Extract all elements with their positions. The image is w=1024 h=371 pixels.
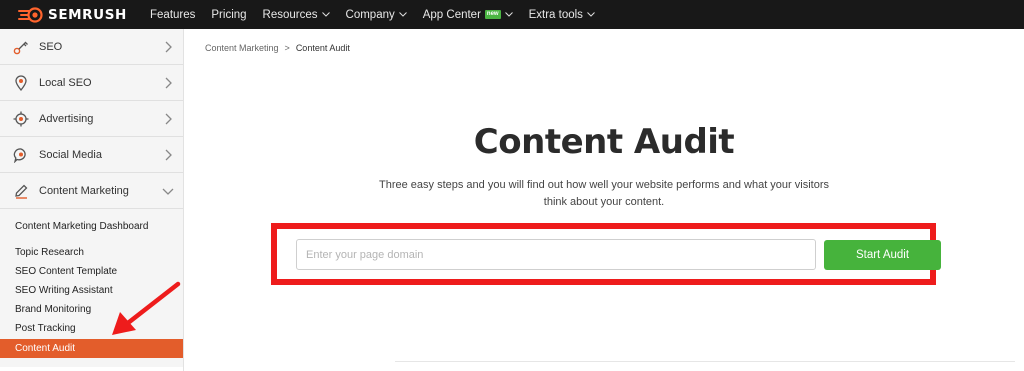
sidebar-item-topic-research[interactable]: Topic Research (15, 247, 84, 258)
chevron-down-icon (162, 188, 174, 195)
divider (395, 361, 1015, 362)
nav-company[interactable]: Company (346, 9, 407, 21)
breadcrumb-current: Content Audit (295, 43, 350, 53)
red-arrow-annotation (112, 281, 181, 335)
sidebar-item-local-seo[interactable]: Local SEO (0, 65, 183, 101)
top-navigation-bar: SEMRUSH Features Pricing Resources Compa… (0, 0, 1024, 29)
nav-features[interactable]: Features (150, 9, 195, 21)
new-badge: new (484, 10, 501, 19)
sidebar-item-label: Content Marketing (39, 184, 129, 197)
target-icon (13, 111, 29, 126)
sidebar-item-label: Advertising (39, 112, 94, 125)
nav-features-label: Features (150, 8, 196, 21)
sidebar-item-content-marketing-dashboard[interactable]: Content Marketing Dashboard (15, 221, 148, 232)
sidebar-item-content-marketing[interactable]: Content Marketing (0, 173, 183, 209)
chevron-down-icon (398, 12, 407, 17)
location-pin-icon (15, 74, 27, 91)
chevron-down-icon (504, 12, 513, 17)
nav-app-center[interactable]: App Center new (423, 9, 513, 21)
nav-resources[interactable]: Resources (263, 9, 330, 21)
brand-name: SEMRUSH (48, 6, 127, 23)
main-nav: Features Pricing Resources Company App C… (150, 0, 611, 29)
chevron-right-icon (165, 149, 172, 161)
seo-key-icon (13, 41, 28, 54)
pencil-icon (15, 184, 28, 199)
sidebar-item-seo-content-template[interactable]: SEO Content Template (15, 266, 117, 277)
sidebar-item-brand-monitoring[interactable]: Brand Monitoring (15, 304, 91, 315)
chevron-right-icon (165, 113, 172, 125)
chevron-down-icon (587, 12, 595, 17)
semrush-logo-icon (18, 6, 43, 23)
page-domain-input[interactable] (296, 239, 816, 270)
sidebar-item-seo[interactable]: SEO (0, 29, 183, 65)
nav-resources-label: Resources (262, 8, 318, 21)
start-audit-button[interactable]: Start Audit (824, 240, 941, 270)
chevron-right-icon (165, 41, 172, 53)
chevron-down-icon (321, 12, 330, 17)
sidebar-item-advertising[interactable]: Advertising (0, 101, 183, 137)
breadcrumb-parent-link[interactable]: Content Marketing (205, 43, 279, 53)
sidebar-item-social-media[interactable]: Social Media (0, 137, 183, 173)
sidebar-item-post-tracking[interactable]: Post Tracking (15, 323, 76, 334)
sidebar-item-content-audit[interactable]: Content Audit (0, 339, 183, 358)
breadcrumb-separator: > (284, 43, 290, 53)
nav-extra-tools[interactable]: Extra tools (529, 9, 595, 21)
nav-pricing-label: Pricing (211, 8, 247, 21)
sidebar-item-label: Local SEO (39, 76, 92, 89)
chat-bubble-icon (13, 147, 26, 163)
chevron-right-icon (165, 77, 172, 89)
nav-extra-tools-label: Extra tools (528, 8, 583, 21)
sidebar-item-label: SEO (39, 40, 63, 53)
semrush-logo[interactable]: SEMRUSH (18, 7, 134, 23)
sidebar-item-label: Social Media (39, 148, 102, 161)
nav-company-label: Company (345, 8, 395, 21)
sidebar-item-seo-writing-assistant[interactable]: SEO Writing Assistant (15, 285, 113, 296)
page-subtitle: Three easy steps and you will find out h… (379, 179, 829, 208)
nav-app-center-label: App Center (422, 8, 481, 21)
page-title: Content Audit (473, 122, 735, 162)
breadcrumb: Content Marketing > Content Audit (205, 43, 350, 53)
nav-pricing[interactable]: Pricing (211, 9, 246, 21)
